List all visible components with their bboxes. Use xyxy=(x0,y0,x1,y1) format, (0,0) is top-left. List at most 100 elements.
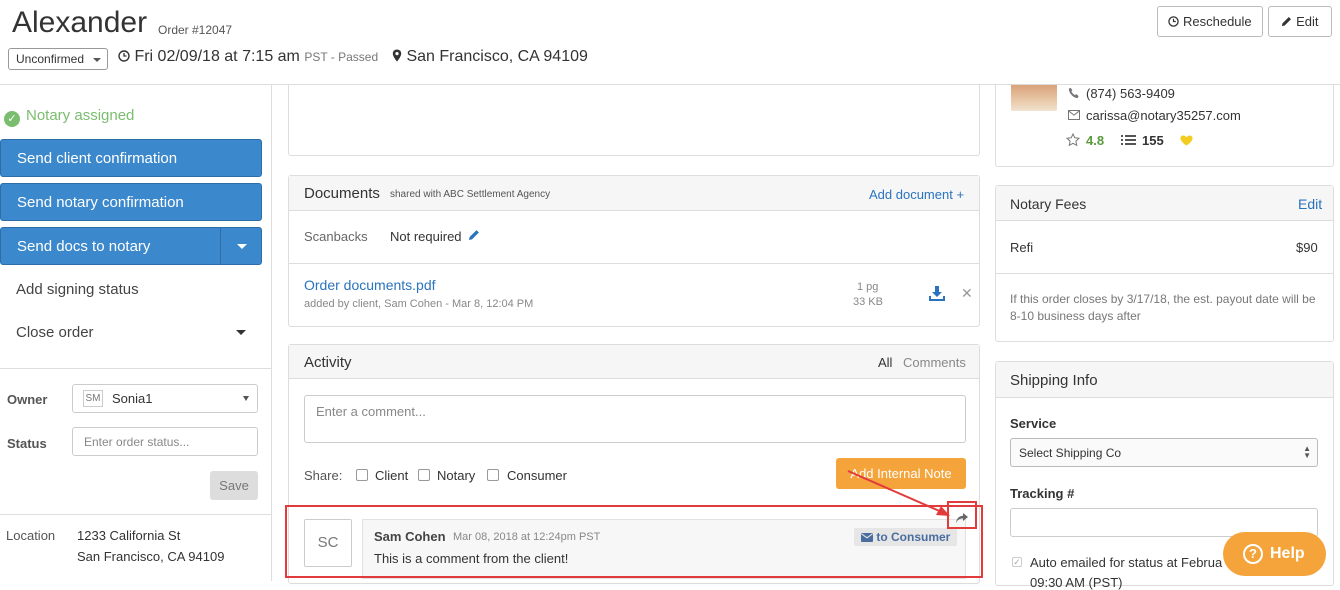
divider xyxy=(0,368,271,369)
edit-order-button[interactable]: Edit xyxy=(1268,6,1332,37)
close-icon[interactable]: ✕ xyxy=(961,285,973,302)
reschedule-button[interactable]: Reschedule xyxy=(1157,6,1263,37)
share-label: Share: xyxy=(304,468,343,483)
document-file-link[interactable]: Order documents.pdf xyxy=(304,277,436,293)
filter-all-tab[interactable]: All xyxy=(878,355,892,370)
filter-comments-tab[interactable]: Comments xyxy=(903,355,966,370)
tracking-label: Tracking # xyxy=(1010,486,1075,501)
order-status-input[interactable]: Enter order status... xyxy=(72,427,258,456)
notary-rating: 4.8 xyxy=(1086,133,1105,148)
notary-assigned-status: ✓ Notary assigned xyxy=(4,107,134,127)
scanbacks-value: Not required xyxy=(390,229,462,244)
save-button[interactable]: Save xyxy=(210,471,258,500)
order-number: Order #12047 xyxy=(158,23,233,37)
close-order-menu[interactable]: Close order xyxy=(16,324,94,341)
chevron-down-icon[interactable] xyxy=(237,244,247,249)
divider xyxy=(0,514,271,515)
location-line2: San Francisco, CA 94109 xyxy=(77,549,225,564)
appointment-datetime: Fri 02/09/18 at 7:15 am PST - Passed xyxy=(118,48,378,66)
divider xyxy=(996,273,1333,274)
edit-label: Edit xyxy=(1296,14,1319,29)
owner-value: Sonia1 xyxy=(112,391,153,406)
notary-avatar xyxy=(1011,85,1057,111)
heart-icon[interactable] xyxy=(1180,135,1193,146)
auto-email-checkbox[interactable]: ✓ xyxy=(1012,557,1022,567)
envelope-icon xyxy=(1068,110,1080,120)
service-label: Service xyxy=(1010,416,1057,431)
add-signing-status-link[interactable]: Add signing status xyxy=(16,281,139,298)
documents-panel: Documents shared with ABC Settlement Age… xyxy=(288,175,980,327)
reschedule-label: Reschedule xyxy=(1182,14,1252,29)
details-panel xyxy=(288,85,980,156)
owner-label: Owner xyxy=(7,392,48,407)
notary-assigned-label: Notary assigned xyxy=(26,107,135,124)
arrow-annotation xyxy=(847,470,950,516)
star-icon xyxy=(1066,133,1080,147)
chevron-down-icon[interactable] xyxy=(236,330,246,335)
shared-with-text: shared with ABC Settlement Agency xyxy=(390,189,551,200)
share-notary-label: Notary xyxy=(437,468,476,483)
order-status-dropdown[interactable]: Unconfirmed xyxy=(8,48,108,70)
split-divider xyxy=(220,228,221,264)
list-icon xyxy=(1121,135,1136,145)
activity-title: Activity xyxy=(304,354,352,371)
page-title: Alexander xyxy=(12,6,148,39)
shipping-service-select[interactable]: Select Shipping Co ▲ ▼ xyxy=(1010,438,1318,467)
add-document-link[interactable]: Add document + xyxy=(869,187,964,202)
pencil-icon xyxy=(1282,17,1292,27)
page-header: Alexander Order #12047 Unconfirmed Fri 0… xyxy=(0,0,1340,85)
check-circle-icon: ✓ xyxy=(4,111,20,127)
send-docs-to-notary-button[interactable]: Send docs to notary xyxy=(0,227,262,265)
timezone-status: PST - Passed xyxy=(304,50,379,64)
auto-email-time: 09:30 AM (PST) xyxy=(1030,575,1123,590)
share-client-label: Client xyxy=(375,468,409,483)
payout-note: If this order closes by 3/17/18, the est… xyxy=(1010,292,1316,323)
notary-phone[interactable]: (874) 563-9409 xyxy=(1086,86,1175,101)
share-notary-checkbox[interactable] xyxy=(418,469,430,481)
header-location-text: San Francisco, CA 94109 xyxy=(406,48,588,65)
help-label: Help xyxy=(1270,545,1305,562)
shipping-service-value: Select Shipping Co xyxy=(1019,446,1122,460)
comment-input[interactable]: Enter a comment... xyxy=(304,395,966,443)
shipping-title: Shipping Info xyxy=(1010,372,1098,389)
pencil-icon[interactable] xyxy=(468,229,480,241)
send-client-confirmation-button[interactable]: Send client confirmation xyxy=(0,139,262,177)
notary-fees-panel: Notary Fees Edit Refi $90 If this order … xyxy=(995,185,1334,342)
documents-title: Documents xyxy=(304,185,380,202)
location-line1: 1233 California St xyxy=(77,528,181,543)
map-pin-icon xyxy=(392,49,402,62)
clock-icon xyxy=(118,50,130,62)
fees-title: Notary Fees xyxy=(1010,196,1087,212)
header-location: San Francisco, CA 94109 xyxy=(392,48,588,66)
download-icon[interactable] xyxy=(928,285,946,302)
document-meta: added by client, Sam Cohen - Mar 8, 12:0… xyxy=(304,298,534,310)
share-consumer-label: Consumer xyxy=(507,468,567,483)
updown-caret-icon: ▲ ▼ xyxy=(1303,444,1311,460)
send-docs-label: Send docs to notary xyxy=(17,238,151,255)
notary-email[interactable]: carissa@notary35257.com xyxy=(1086,108,1241,123)
caret-down-icon xyxy=(243,396,249,401)
question-circle-icon: ? xyxy=(1243,544,1263,564)
location-label: Location xyxy=(6,528,56,543)
owner-avatar: SM xyxy=(83,390,103,407)
send-notary-confirmation-button[interactable]: Send notary confirmation xyxy=(0,183,262,221)
status-label: Status xyxy=(7,436,47,451)
scanbacks-label: Scanbacks xyxy=(304,229,368,244)
clock-icon xyxy=(1168,16,1180,27)
order-status-value: Unconfirmed xyxy=(16,52,85,66)
help-button[interactable]: ? Help xyxy=(1223,532,1326,576)
divider xyxy=(289,263,979,264)
fees-edit-link[interactable]: Edit xyxy=(1298,196,1322,212)
activity-header xyxy=(289,345,979,379)
chevron-down-icon xyxy=(93,58,101,62)
datetime-text: Fri 02/09/18 at 7:15 am xyxy=(134,48,300,65)
phone-icon xyxy=(1068,87,1079,99)
auto-email-text: Auto emailed for status at Februa xyxy=(1030,555,1223,570)
owner-select[interactable]: SM Sonia1 xyxy=(72,384,258,413)
fee-item-label: Refi xyxy=(1010,240,1034,255)
fee-item-amount: $90 xyxy=(1296,240,1318,255)
notary-jobs-count: 155 xyxy=(1142,133,1164,148)
share-client-checkbox[interactable] xyxy=(356,469,368,481)
document-pages: 1 pg xyxy=(857,281,879,293)
share-consumer-checkbox[interactable] xyxy=(487,469,499,481)
